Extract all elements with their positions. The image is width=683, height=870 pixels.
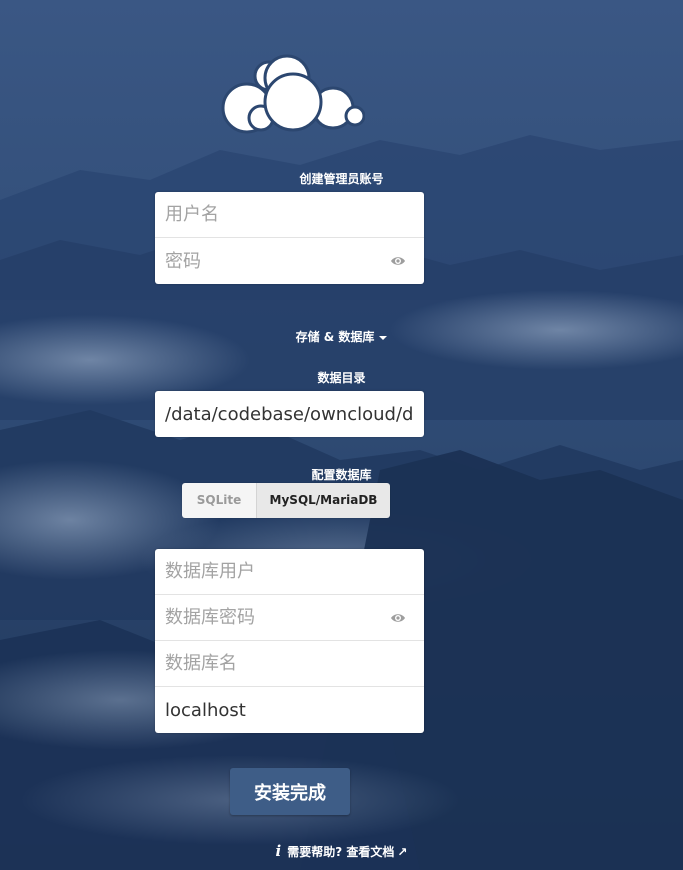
admin-credentials-group — [155, 192, 424, 284]
password-field[interactable] — [155, 238, 424, 284]
database-host-field[interactable] — [155, 687, 424, 733]
help-text: 需要帮助? — [287, 845, 343, 859]
username-input[interactable] — [155, 192, 424, 237]
help-link[interactable]: i 需要帮助? 查看文档 ↗ — [0, 842, 683, 860]
username-field[interactable] — [155, 192, 424, 238]
data-directory-field[interactable] — [155, 391, 424, 437]
mysql-mariadb-option[interactable]: MySQL/MariaDB — [257, 483, 390, 518]
database-host-input[interactable] — [155, 687, 424, 733]
finish-setup-button[interactable]: 安装完成 — [230, 768, 350, 815]
database-password-field[interactable] — [155, 595, 424, 641]
storage-database-toggle[interactable]: 存储 & 数据库 — [0, 328, 683, 345]
database-user-field[interactable] — [155, 549, 424, 595]
database-password-input[interactable] — [155, 595, 424, 640]
show-database-password-eye-icon[interactable] — [390, 612, 406, 624]
owncloud-logo — [221, 54, 365, 134]
info-icon: i — [275, 842, 282, 860]
storage-database-toggle-label: 存储 & 数据库 — [295, 330, 375, 344]
data-directory-input[interactable] — [155, 391, 424, 437]
database-name-input[interactable] — [155, 641, 424, 686]
show-password-eye-icon[interactable] — [390, 255, 406, 267]
password-input[interactable] — [155, 238, 424, 284]
sqlite-option[interactable]: SQLite — [182, 483, 257, 518]
admin-section-label: 创建管理员账号 — [299, 172, 384, 186]
external-link-arrow-icon: ↗ — [397, 845, 408, 859]
database-user-input[interactable] — [155, 549, 424, 594]
database-credentials-group — [155, 549, 424, 733]
data-directory-group — [155, 391, 424, 437]
configure-database-label: 配置数据库 — [311, 468, 372, 482]
documentation-link-text[interactable]: 查看文档 — [346, 845, 394, 859]
database-name-field[interactable] — [155, 641, 424, 687]
caret-down-icon — [379, 335, 388, 340]
database-type-selector: SQLite MySQL/MariaDB — [182, 483, 390, 518]
data-directory-label: 数据目录 — [317, 371, 366, 385]
